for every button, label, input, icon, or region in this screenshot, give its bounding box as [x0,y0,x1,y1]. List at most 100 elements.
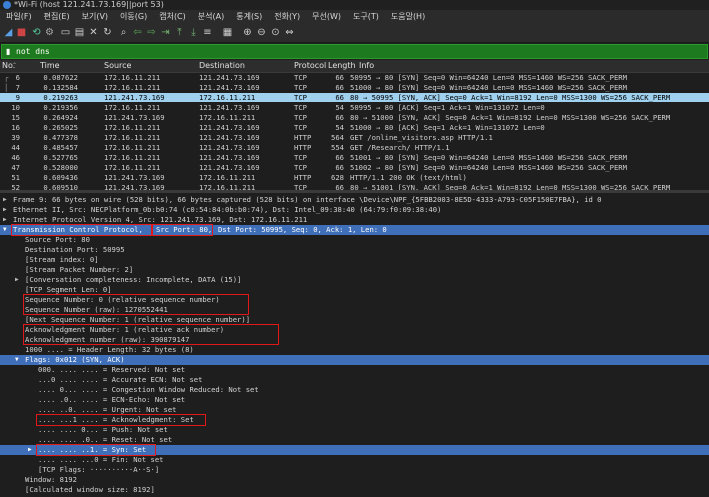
menu-item-6[interactable]: 통계(S) [230,10,268,24]
expand-arrow-icon[interactable]: ▶ [3,195,7,205]
goto-icon[interactable]: ⇥ [160,27,171,38]
back-icon[interactable]: ⇦ [132,27,143,38]
menu-item-1[interactable]: 편집(E) [38,10,76,24]
tcp-calc-window[interactable]: [Calculated window size: 8192] [25,485,155,495]
packet-row[interactable]: 16 0.265025 172.16.11.211 121.241.73.169 TCP… [0,123,709,132]
zoom-in-icon[interactable]: ⊕ [242,27,253,38]
menu-item-3[interactable]: 이동(G) [114,10,153,24]
flag-line[interactable]: .... 0... .... = Congestion Window Reduc… [38,385,259,395]
packet-row[interactable]: 7 0.132584 172.16.11.211 121.241.73.169 TCP 6… [0,83,709,92]
cell-src: 121.241.73.169 [104,183,165,190]
collapse-arrow-icon[interactable]: ▼ [3,225,7,235]
packet-row[interactable]: 39 0.477378 172.16.11.211 121.241.73.169 HTT… [0,133,709,142]
col-info[interactable]: Info [359,60,374,72]
cell-len: 54 [335,123,344,132]
menu-item-10[interactable]: 도움말(H) [385,10,431,24]
cell-src: 172.16.11.211 [104,153,161,162]
menu-item-0[interactable]: 파일(F) [0,10,38,24]
cell-dst: 121.241.73.169 [199,143,260,152]
menu-item-4[interactable]: 캡처(C) [153,10,192,24]
expand-arrow-icon[interactable]: ▶ [15,275,19,285]
packet-list[interactable]: 6 0.087622 172.16.11.211 121.241.73.169 TCP 6… [0,73,709,190]
tcp-field-line[interactable]: 1000 .... = Header Length: 32 bytes (8) [25,345,194,355]
display-filter-bar: ▮ not dns [0,43,709,59]
options-icon[interactable]: ⚙ [44,27,55,38]
cell-src: 172.16.11.211 [104,103,161,112]
flag-line[interactable]: .... .... 0... = Push: Not set [38,425,168,435]
flag-line[interactable]: ...0 .... .... = Accurate ECN: Not set [38,375,202,385]
flag-line[interactable]: [TCP Flags: ··········A··S·] [38,465,159,475]
cell-proto: HTTP [294,143,312,152]
col-protocol[interactable]: Protocol [294,60,326,72]
packet-row[interactable]: 51 0.609436 121.241.73.169 172.16.11.211 HTT… [0,173,709,182]
save-icon[interactable]: ▤ [74,27,85,38]
menu-item-2[interactable]: 보기(V) [76,10,114,24]
expand-arrow-icon[interactable]: ▶ [28,445,32,455]
tcp-field-line[interactable]: [Stream index: 0] [25,255,99,265]
packet-row[interactable]: 9 0.219263 121.241.73.169 172.16.11.211 TCP 6… [0,93,709,102]
expand-arrow-icon[interactable]: ▶ [3,215,7,225]
packet-row[interactable]: 10 0.219356 172.16.11.211 121.241.73.169 TCP… [0,103,709,112]
colorize-icon[interactable]: ▦ [222,27,233,38]
cell-proto: TCP [294,153,307,162]
collapse-arrow-icon[interactable]: ▼ [15,355,19,365]
stop-icon[interactable]: ■ [16,27,27,38]
cell-time: 0.527765 [43,153,78,162]
detail-ethernet[interactable]: Ethernet II, Src: NECPlatform_0b:b0:74 (… [13,205,441,215]
highlight-box-sequence [23,294,249,315]
col-destination[interactable]: Destination [199,60,245,72]
bookmark-icon[interactable]: ▮ [6,47,10,57]
col-time[interactable]: Time [40,60,60,72]
cell-len: 66 [335,113,344,122]
cell-no: 47 [11,163,20,172]
cell-dst: 121.241.73.169 [199,83,260,92]
shark-start-icon[interactable]: ◢ [3,27,14,38]
packet-details-pane[interactable]: ▶ Frame 9: 66 bytes on wire (528 bits), 6… [0,193,709,497]
packet-row[interactable]: 6 0.087622 172.16.11.211 121.241.73.169 TCP 6… [0,73,709,82]
open-icon[interactable]: ▭ [60,27,71,38]
packet-row[interactable]: 46 0.527765 172.16.11.211 121.241.73.169 TCP… [0,153,709,162]
zoom-out-icon[interactable]: ⊖ [256,27,267,38]
menu-item-5[interactable]: 분석(A) [192,10,230,24]
menu-item-9[interactable]: 도구(T) [347,10,385,24]
resize-columns-icon[interactable]: ⇔ [284,27,295,38]
flag-line[interactable]: .... .0.. .... = ECN-Echo: Not set [38,395,185,405]
zoom-reset-icon[interactable]: ⊙ [270,27,281,38]
tcp-field-line[interactable]: [Stream Packet Number: 2] [25,265,133,275]
expand-arrow-icon[interactable]: ▶ [3,205,7,215]
cell-proto: HTTP [294,133,312,142]
tcp-field-line[interactable]: Destination Port: 50995 [25,245,125,255]
first-icon[interactable]: ⤒ [174,27,185,38]
reload-icon[interactable]: ↻ [102,27,113,38]
packet-row[interactable]: 15 0.264924 121.241.73.169 172.16.11.211 TCP… [0,113,709,122]
packet-row[interactable]: 47 0.528000 172.16.11.211 121.241.73.169 TCP… [0,163,709,172]
display-filter-input[interactable]: ▮ not dns [1,44,708,59]
menu-item-8[interactable]: 무선(W) [306,10,347,24]
cell-time: 0.528000 [43,163,78,172]
tcp-window[interactable]: Window: 8192 [25,475,77,485]
detail-flags[interactable]: ▼ Flags: 0x012 (SYN, ACK) [0,355,709,365]
cell-proto: TCP [294,93,307,102]
close-file-icon[interactable]: ✕ [88,27,99,38]
cell-no: 39 [11,133,20,142]
menu-item-7[interactable]: 전화(Y) [268,10,306,24]
autoscroll-icon[interactable]: ≡ [202,27,213,38]
cell-src: 172.16.11.211 [104,83,161,92]
cell-info: HTTP/1.1 200 OK (text/html) [350,173,467,182]
packet-row[interactable]: 52 0.609510 121.241.73.169 172.16.11.211 TCP… [0,183,709,190]
tcp-field-line[interactable]: Source Port: 80 [25,235,90,245]
find-icon[interactable]: ⌕ [118,27,129,38]
packet-row[interactable]: 44 0.485457 172.16.11.211 121.241.73.169 HTT… [0,143,709,152]
cell-info: 80 → 50995 [SYN, ACK] Seq=0 Ack=1 Win=81… [350,93,671,102]
cell-info: 51000 → 80 [ACK] Seq=1 Ack=1 Win=131072 … [350,123,545,132]
restart-icon[interactable]: ⟲ [31,27,42,38]
flag-line[interactable]: .... .... ...0 = Fin: Not set [38,455,164,465]
last-icon[interactable]: ⤓ [188,27,199,38]
cell-proto: TCP [294,183,307,190]
col-source[interactable]: Source [104,60,131,72]
tcp-field-line[interactable]: [Conversation completeness: Incomplete, … [25,275,241,285]
forward-icon[interactable]: ⇨ [146,27,157,38]
detail-frame[interactable]: Frame 9: 66 bytes on wire (528 bits), 66… [13,195,602,205]
col-length[interactable]: Length [328,60,356,72]
flag-line[interactable]: 000. .... .... = Reserved: Not set [38,365,185,375]
